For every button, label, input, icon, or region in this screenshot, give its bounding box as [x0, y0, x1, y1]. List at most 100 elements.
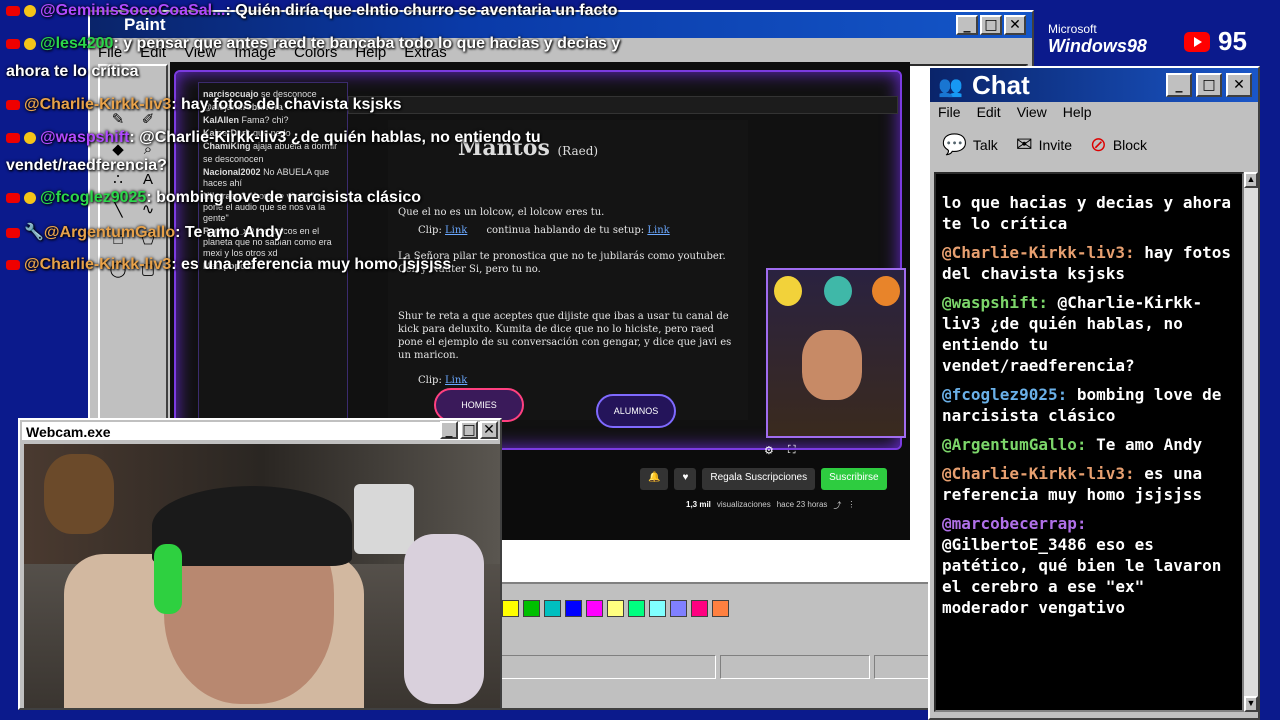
color-swatch[interactable]: [712, 600, 729, 617]
talk-icon: 💬: [942, 134, 967, 156]
paint-toolbox: ✎ ✐ ◆ ⌕ ∴ A ╲ ∿ □ ⬠ ◯ ▢: [98, 64, 168, 444]
stream-chat-line: Nacional2002 No ABUELA que haces ahí: [203, 167, 330, 188]
scroll-down-icon[interactable]: ▼: [1244, 696, 1258, 712]
invite-icon: ✉: [1015, 134, 1033, 156]
more-icon[interactable]: ⋮: [847, 500, 855, 511]
headphones: [154, 544, 182, 614]
chat-menu-help[interactable]: Help: [1063, 104, 1092, 124]
color-swatch[interactable]: [565, 600, 582, 617]
windows98-logo: Microsoft Windows98: [1048, 22, 1147, 57]
maximize-button[interactable]: □: [460, 421, 478, 439]
color-swatch[interactable]: [649, 600, 666, 617]
color-swatch[interactable]: [544, 600, 561, 617]
share-icon[interactable]: ⤴: [833, 500, 841, 511]
color-swatch[interactable]: [691, 600, 708, 617]
shelf-item: [354, 484, 414, 554]
color-swatch[interactable]: [670, 600, 687, 617]
color-swatch[interactable]: [523, 600, 540, 617]
scroll-up-icon[interactable]: ▲: [1244, 172, 1258, 188]
youtube-badge-icon: [6, 5, 20, 16]
overlay-chat-message: @waspshift: @Charlie-Kirkk-liv3 ¿de quié…: [6, 129, 541, 147]
color-swatch[interactable]: [607, 600, 624, 617]
streamer-cap: [152, 486, 352, 566]
chat-menu-view[interactable]: View: [1017, 104, 1047, 124]
chat-message: @marcobecerrap: @GilbertoE_3486 eso es pa…: [942, 514, 1222, 617]
stream-chat-line: KalAllen Fama? chi?: [203, 115, 289, 125]
plush-toy: [774, 276, 802, 306]
player-controls: ⚙ ⛶: [764, 444, 796, 457]
guest-face: [802, 330, 862, 400]
subscribe-button[interactable]: Suscribirse: [821, 468, 887, 490]
doc-link[interactable]: Link: [445, 375, 467, 386]
close-button[interactable]: ✕: [480, 421, 498, 439]
time-ago: hace 23 horas: [776, 500, 828, 509]
guest-webcam: [766, 268, 906, 438]
doc-line: Clip: Link: [418, 375, 468, 386]
color-swatch[interactable]: [502, 600, 519, 617]
minimize-button[interactable]: _: [956, 15, 978, 35]
youtube-icon: [1184, 31, 1210, 52]
fullscreen-icon[interactable]: ⛶: [788, 444, 796, 457]
stream-chat-line: se desconocen: [203, 154, 264, 164]
plush-toy: [872, 276, 900, 306]
doc-link[interactable]: Link: [445, 225, 467, 236]
youtube-badge-icon: [6, 259, 20, 270]
chat-messages[interactable]: lo que hacias y decias y ahora te lo crí…: [934, 172, 1244, 712]
figurine: [404, 534, 484, 704]
plush-toy: [824, 276, 852, 306]
minimize-button[interactable]: _: [1166, 73, 1192, 97]
overlay-chat-message: @Charlie-Kirkk-liv3: hay fotos del chavi…: [6, 96, 402, 114]
close-button[interactable]: ✕: [1226, 73, 1252, 97]
browser-address-bar: [348, 96, 898, 114]
overlay-chat-message: @Charlie-Kirkk-liv3: es una referencia m…: [6, 256, 451, 274]
webcam-window: Webcam.exe _ □ ✕: [18, 418, 502, 710]
people-icon: 👥: [938, 76, 963, 98]
bell-icon[interactable]: 🔔: [640, 468, 669, 490]
doc-line: Shur te reta a que aceptes que dijiste q…: [398, 311, 732, 361]
chat-menu-file[interactable]: File: [938, 104, 961, 124]
chat-menubar: File Edit View Help: [930, 102, 1258, 124]
view-count: 1,3 mil: [686, 500, 711, 509]
overlay-chat-message: @les4200: y pensar que antes raed te ban…: [6, 35, 620, 53]
doc-line: Clip: Link continua hablando de tu setup…: [418, 225, 670, 236]
chat-toolbar: 💬 Talk ✉ Invite ⊘ Block: [930, 124, 1258, 170]
star-badge-icon: [24, 4, 36, 17]
maximize-button[interactable]: □: [980, 15, 1002, 35]
youtube-badge-icon: [6, 192, 20, 203]
gift-subscriptions-button[interactable]: Regala Suscripciones: [702, 468, 816, 490]
talk-button[interactable]: 💬 Talk: [942, 132, 998, 157]
maximize-button[interactable]: □: [1196, 73, 1222, 97]
video-meta: 1,3 mil visualizaciones hace 23 horas ⤴ …: [686, 500, 855, 511]
doc-link[interactable]: Link: [647, 225, 669, 236]
invite-button[interactable]: ✉ Invite: [1016, 132, 1072, 157]
minimize-button[interactable]: _: [440, 421, 458, 439]
star-badge-icon: [24, 191, 36, 204]
viewer-counter: 95: [1184, 26, 1247, 57]
webcam-title-bar[interactable]: Webcam.exe: [20, 420, 500, 442]
chat-scrollbar[interactable]: ▲ ▼: [1244, 172, 1258, 712]
chat-menu-edit[interactable]: Edit: [977, 104, 1001, 124]
chat-message: @waspshift: @Charlie-Kirkk-liv3 ¿de quié…: [942, 293, 1203, 375]
color-swatch[interactable]: [628, 600, 645, 617]
star-badge-icon: [24, 131, 36, 144]
youtube-badge-icon: [6, 132, 20, 143]
chat-title: Chat: [972, 70, 1030, 100]
block-icon: ⊘: [1090, 134, 1107, 156]
webcam-feed: [24, 444, 500, 708]
block-button[interactable]: ⊘ Block: [1090, 132, 1147, 157]
chat-message: @fcoglez9025: bombing love de narcisista…: [942, 385, 1222, 425]
heart-icon[interactable]: ♥: [674, 468, 697, 490]
color-swatch[interactable]: [586, 600, 603, 617]
overlay-chat-message: @fcoglez9025: bombing love de narcisista…: [6, 189, 421, 207]
webcam-title: Webcam.exe: [26, 424, 111, 440]
settings-icon[interactable]: ⚙: [764, 444, 774, 457]
overlay-chat-continuation: vendet/raedferencia?: [6, 157, 167, 174]
chat-message: @Charlie-Kirkk-liv3: es una referencia m…: [942, 464, 1203, 504]
chat-message: @Charlie-Kirkk-liv3: hay fotos del chavi…: [942, 243, 1231, 283]
overlay-chat-message: @GeminisSocoCoaSal...: Quién diría que e…: [6, 2, 618, 20]
close-button[interactable]: ✕: [1004, 15, 1026, 35]
views-label: visualizaciones: [716, 500, 771, 509]
youtube-badge-icon: [6, 38, 20, 49]
chat-window: 👥 Chat _ □ ✕ File Edit View Help 💬 Talk ✉…: [928, 66, 1260, 720]
microsoft-label: Microsoft: [1048, 22, 1097, 36]
